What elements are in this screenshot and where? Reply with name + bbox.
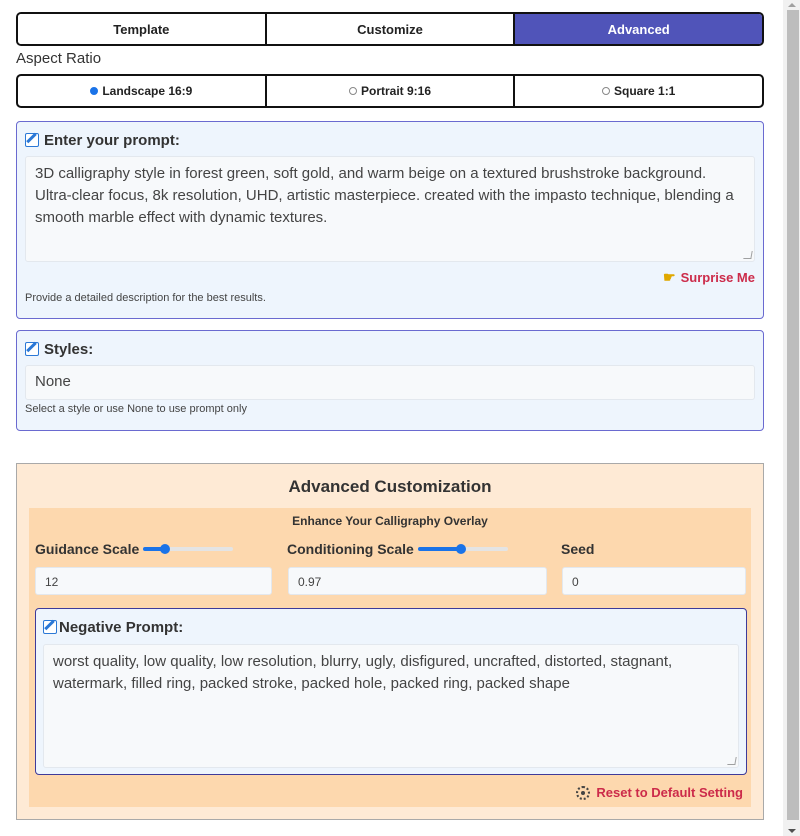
guidance-scale-input[interactable]: 12 bbox=[35, 567, 272, 595]
pointing-hand-icon: ☛ bbox=[663, 268, 676, 285]
conditioning-scale-slider[interactable] bbox=[417, 544, 508, 554]
prompt-textarea[interactable]: 3D calligraphy style in forest green, so… bbox=[25, 156, 755, 262]
negative-prompt-title-row: Negative Prompt: bbox=[43, 617, 739, 637]
styles-select[interactable]: None bbox=[25, 365, 755, 400]
aspect-portrait-label: Portrait 9:16 bbox=[360, 84, 432, 98]
aspect-ratio-group: Landscape 16:9 Portrait 9:16 Square 1:1 bbox=[16, 74, 764, 108]
reset-default-button[interactable]: Reset to Default Setting bbox=[576, 785, 743, 800]
vertical-scrollbar[interactable] bbox=[783, 0, 800, 836]
aspect-ratio-label: Aspect Ratio bbox=[16, 50, 102, 67]
prompt-card: Enter your prompt: 3D calligraphy style … bbox=[16, 121, 764, 319]
aspect-square-option[interactable]: Square 1:1 bbox=[515, 76, 762, 106]
edit-icon bbox=[43, 620, 57, 634]
main-panel: Template Customize Advanced Aspect Ratio… bbox=[16, 12, 764, 431]
surprise-me-label: Surprise Me bbox=[680, 269, 755, 285]
negative-prompt-title: Negative Prompt: bbox=[59, 618, 184, 636]
slider-thumb[interactable] bbox=[159, 544, 170, 554]
scrollbar-thumb[interactable] bbox=[787, 10, 799, 820]
aspect-portrait-option[interactable]: Portrait 9:16 bbox=[267, 76, 516, 106]
conditioning-scale-label-row: Conditioning Scale bbox=[287, 541, 508, 557]
gear-icon bbox=[576, 785, 591, 800]
styles-card: Styles: None Select a style or use None … bbox=[16, 330, 764, 431]
styles-title-row: Styles: bbox=[25, 339, 755, 359]
tab-advanced[interactable]: Advanced bbox=[515, 14, 762, 44]
advanced-inner-panel: Enhance Your Calligraphy Overlay Guidanc… bbox=[29, 508, 751, 807]
resize-handle-icon[interactable] bbox=[743, 251, 753, 259]
negative-prompt-card: Negative Prompt: worst quality, low qual… bbox=[35, 608, 747, 775]
tab-template[interactable]: Template bbox=[18, 14, 267, 44]
slider-thumb[interactable] bbox=[455, 544, 466, 554]
prompt-text: 3D calligraphy style in forest green, so… bbox=[35, 165, 734, 226]
reset-default-label: Reset to Default Setting bbox=[596, 785, 743, 800]
guidance-scale-slider[interactable] bbox=[143, 544, 234, 554]
radio-unselected-icon[interactable] bbox=[602, 87, 610, 95]
styles-hint: Select a style or use None to use prompt… bbox=[25, 403, 247, 415]
radio-selected-icon[interactable] bbox=[90, 87, 99, 95]
conditioning-scale-label: Conditioning Scale bbox=[287, 541, 414, 557]
aspect-landscape-label: Landscape 16:9 bbox=[102, 84, 193, 98]
radio-unselected-icon[interactable] bbox=[348, 87, 357, 95]
prompt-title: Enter your prompt: bbox=[44, 131, 180, 149]
seed-input[interactable]: 0 bbox=[562, 567, 746, 595]
negative-prompt-textarea[interactable]: worst quality, low quality, low resoluti… bbox=[43, 644, 739, 768]
prompt-title-row: Enter your prompt: bbox=[25, 130, 755, 150]
edit-icon bbox=[25, 342, 39, 356]
styles-title: Styles: bbox=[44, 340, 94, 358]
slider-fill bbox=[417, 547, 461, 551]
prompt-hint: Provide a detailed description for the b… bbox=[25, 292, 266, 304]
seed-label: Seed bbox=[561, 541, 595, 557]
conditioning-scale-input[interactable]: 0.97 bbox=[288, 567, 547, 595]
resize-handle-icon[interactable] bbox=[727, 757, 737, 765]
aspect-square-label: Square 1:1 bbox=[614, 84, 676, 98]
guidance-scale-label: Guidance Scale bbox=[35, 541, 140, 557]
advanced-subtitle: Enhance Your Calligraphy Overlay bbox=[292, 514, 488, 528]
styles-selected-value: None bbox=[35, 373, 71, 390]
seed-label-row: Seed bbox=[561, 541, 594, 557]
tab-bar: Template Customize Advanced bbox=[16, 12, 764, 46]
edit-icon bbox=[25, 133, 39, 147]
scroll-up-arrow-icon[interactable] bbox=[788, 3, 796, 7]
guidance-scale-label-row: Guidance Scale bbox=[35, 541, 234, 557]
tab-customize[interactable]: Customize bbox=[266, 14, 516, 44]
surprise-me-button[interactable]: ☛ Surprise Me bbox=[25, 268, 755, 286]
aspect-landscape-option[interactable]: Landscape 16:9 bbox=[18, 76, 267, 106]
scroll-down-arrow-icon[interactable] bbox=[788, 829, 796, 833]
negative-prompt-text: worst quality, low quality, low resoluti… bbox=[53, 653, 673, 692]
advanced-customization-panel: Advanced Customization Enhance Your Call… bbox=[16, 463, 764, 820]
advanced-title: Advanced Customization bbox=[288, 477, 492, 496]
